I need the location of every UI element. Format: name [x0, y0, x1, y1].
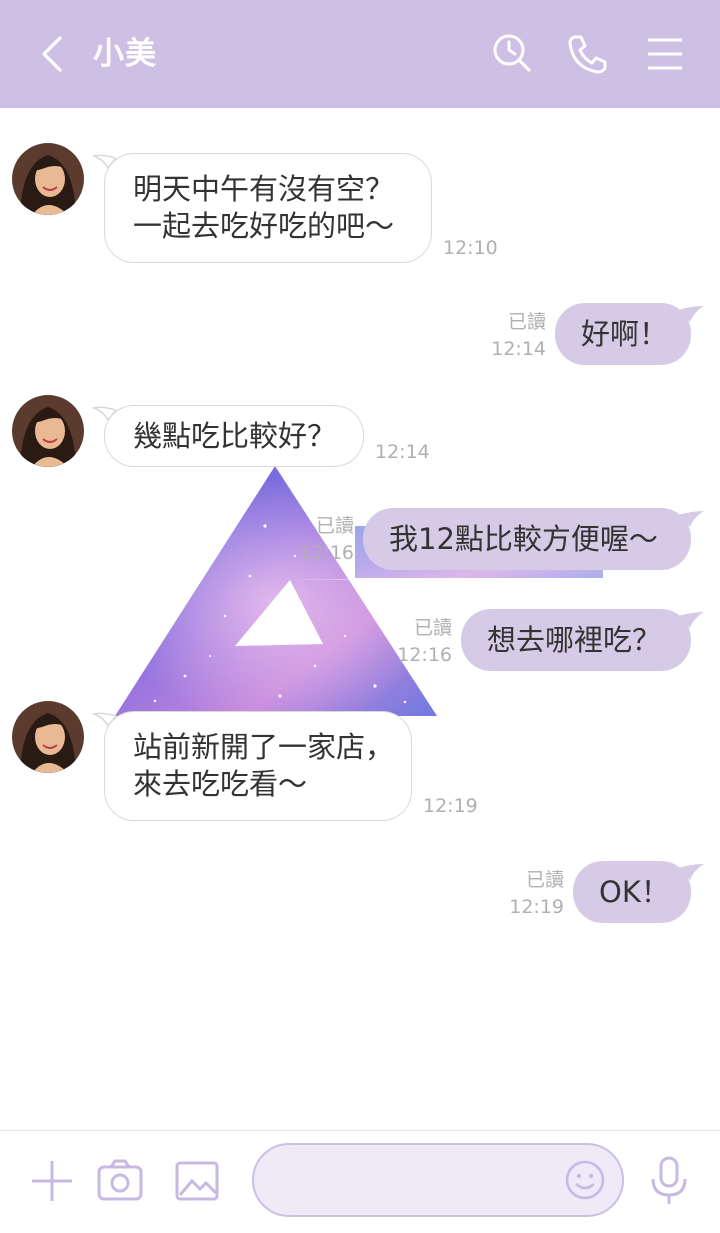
- read-receipt: 已讀: [507, 311, 546, 333]
- bubble-tail: [678, 864, 704, 880]
- message-bubble-incoming[interactable]: 幾點吃比較好？: [104, 405, 364, 467]
- message-text: 想去哪裡吃？: [487, 622, 662, 657]
- message-time: 12:14: [375, 441, 430, 463]
- read-receipt: 已讀: [525, 869, 564, 891]
- message-text: 一起去吃好吃的吧～: [133, 209, 395, 243]
- chat-header: 小美: [0, 0, 720, 108]
- phone-icon[interactable]: [563, 30, 611, 78]
- bubble-tail: [678, 511, 704, 527]
- image-icon[interactable]: [174, 1157, 222, 1205]
- message-bubble-incoming[interactable]: 站前新開了一家店， 來去吃吃看～: [104, 711, 412, 821]
- message-bubble-outgoing[interactable]: 我12點比較方便喔～: [363, 508, 691, 570]
- message-bubble-outgoing[interactable]: OK！: [573, 861, 691, 923]
- message-bubble-incoming[interactable]: 明天中午有沒有空？ 一起去吃好吃的吧～: [104, 153, 432, 263]
- galaxy-triangle-wallpaper: [115, 466, 605, 716]
- bubble-tail: [678, 306, 704, 322]
- read-receipt: 已讀: [413, 617, 452, 639]
- chevron-left-icon[interactable]: [30, 30, 78, 78]
- avatar[interactable]: [12, 143, 84, 215]
- read-receipt: 已讀: [315, 515, 354, 537]
- message-time: 12:10: [443, 237, 498, 259]
- microphone-icon[interactable]: [646, 1155, 692, 1207]
- bubble-tail: [678, 612, 704, 628]
- message-text: 我12點比較方便喔～: [389, 521, 658, 556]
- message-text: 幾點吃比較好？: [133, 418, 337, 453]
- menu-icon[interactable]: [641, 30, 689, 78]
- message-time: 12:14: [491, 338, 546, 360]
- message-text: 站前新開了一家店，: [133, 730, 395, 764]
- camera-icon[interactable]: [96, 1157, 144, 1205]
- message-text: OK！: [599, 874, 670, 909]
- chat-footer: [0, 1130, 720, 1233]
- message-time: 12:16: [397, 644, 452, 666]
- message-time: 12:19: [509, 896, 564, 918]
- message-bubble-outgoing[interactable]: 好啊！: [555, 303, 691, 365]
- message-input[interactable]: [252, 1143, 624, 1217]
- message-text: 明天中午有沒有空？: [133, 172, 395, 206]
- message-time: 12:16: [299, 542, 354, 564]
- message-text: 來去吃吃看～: [133, 767, 308, 801]
- avatar[interactable]: [12, 701, 84, 773]
- chat-title: 小美: [93, 36, 157, 72]
- message-bubble-outgoing[interactable]: 想去哪裡吃？: [461, 609, 691, 671]
- plus-icon[interactable]: [28, 1157, 76, 1205]
- message-time: 12:19: [423, 795, 478, 817]
- avatar[interactable]: [12, 395, 84, 467]
- smiley-icon[interactable]: [564, 1159, 606, 1201]
- message-text: 好啊！: [581, 316, 669, 351]
- search-clock-icon[interactable]: [488, 30, 536, 78]
